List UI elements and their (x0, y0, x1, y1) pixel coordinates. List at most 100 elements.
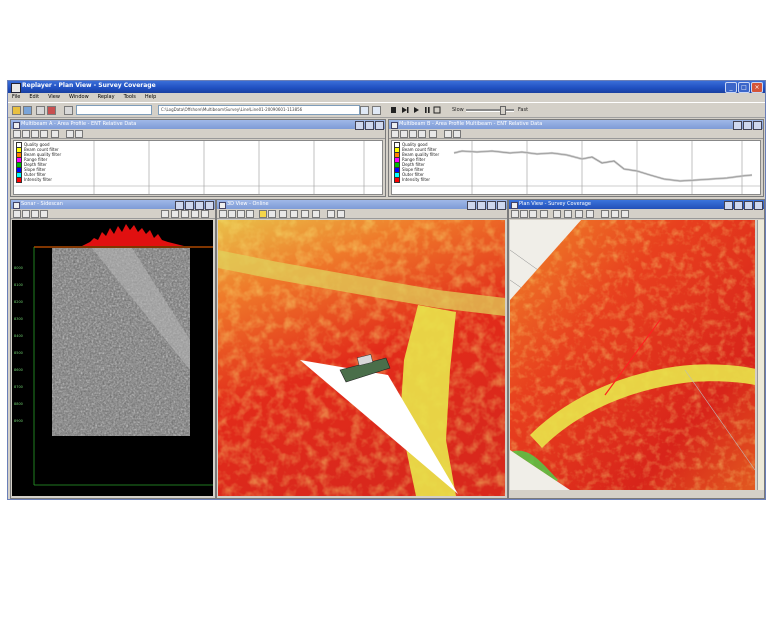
zoom-out-icon[interactable] (22, 130, 30, 138)
menu-help[interactable]: Help (145, 93, 156, 102)
sonar-pane: Sonar - Sidescan 8000 8100 8200 8300 840… (10, 199, 216, 499)
view3d-canvas[interactable] (218, 220, 505, 496)
save-icon[interactable] (23, 106, 32, 115)
play-icon[interactable] (64, 106, 73, 115)
pane-icon (511, 202, 518, 209)
window-title: Replayer - Plan View - Survey Coverage (22, 82, 156, 89)
zoom-out-icon[interactable] (520, 210, 528, 218)
measure-icon[interactable] (553, 210, 561, 218)
layers-icon[interactable] (191, 210, 199, 218)
menu-file[interactable]: File (12, 93, 20, 102)
export-icon[interactable] (337, 210, 345, 218)
export-icon[interactable] (75, 130, 83, 138)
grid-icon[interactable] (312, 210, 320, 218)
menu-edit[interactable]: Edit (29, 93, 39, 102)
export-icon[interactable] (453, 130, 461, 138)
record-icon[interactable] (47, 106, 56, 115)
zoom-in-icon[interactable] (13, 130, 21, 138)
stop-icon (391, 107, 396, 113)
menu-tools[interactable]: Tools (124, 93, 136, 102)
measure-icon[interactable] (51, 130, 59, 138)
playback-controls (391, 106, 441, 114)
ruler-icon[interactable] (564, 210, 572, 218)
zoom-in-icon[interactable] (511, 210, 519, 218)
profile-left-title: Multibeam A - Area Profile - ENT Relativ… (21, 121, 137, 127)
gain-icon[interactable] (161, 210, 169, 218)
options-icon[interactable] (327, 210, 335, 218)
menu-replay[interactable]: Replay (98, 93, 115, 102)
pin-icon[interactable] (586, 210, 594, 218)
sonar-title: Sonar - Sidescan (21, 201, 63, 207)
log-path-input[interactable]: C:\LogData\Offshore\Multibeam\Survey\Lin… (158, 105, 360, 115)
profile-right-legend: Quality good Beam count filter Beam qual… (394, 141, 439, 183)
zoom-fit-icon[interactable] (31, 210, 39, 218)
zoom-in-icon[interactable] (391, 130, 399, 138)
pane-icon (13, 202, 20, 209)
menu-bar: File Edit View Window Replay Tools Help (8, 93, 765, 102)
speed-slider-thumb[interactable] (500, 106, 506, 115)
planview-title: Plan View - Survey Coverage (519, 201, 592, 207)
profile-right-plot[interactable] (391, 140, 761, 195)
zoom-out-icon[interactable] (22, 210, 30, 218)
profile-left-plot[interactable] (13, 140, 383, 195)
pan-icon[interactable] (40, 210, 48, 218)
filter-combo[interactable] (76, 105, 152, 115)
legend-swatch (16, 176, 22, 183)
pan-icon[interactable] (40, 130, 48, 138)
planview-pane: Plan View - Survey Coverage (508, 199, 765, 499)
view3d-title-bar[interactable]: 3D View - Online (217, 200, 507, 210)
view-icon[interactable] (279, 210, 287, 218)
pause-icon (425, 107, 427, 113)
select-icon[interactable] (540, 210, 548, 218)
planview-title-bar[interactable]: Plan View - Survey Coverage (509, 200, 764, 210)
end-icon (433, 106, 441, 114)
view3d-pane: 3D View - Online (216, 199, 508, 499)
zoom-in-icon[interactable] (219, 210, 227, 218)
zoom-fit-icon[interactable] (31, 130, 39, 138)
measure-icon[interactable] (429, 130, 437, 138)
options-icon[interactable] (601, 210, 609, 218)
light-icon[interactable] (259, 210, 267, 218)
snapshot-icon[interactable] (201, 210, 209, 218)
maximize-button[interactable]: □ (738, 82, 750, 93)
settings-icon[interactable] (36, 106, 45, 115)
planview-toolbar (509, 209, 764, 219)
minimize-button[interactable]: _ (725, 82, 737, 93)
zoom-fit-icon[interactable] (529, 210, 537, 218)
zoom-out-icon[interactable] (228, 210, 236, 218)
pan-icon[interactable] (418, 130, 426, 138)
rotate-icon[interactable] (268, 210, 276, 218)
sonar-image-area[interactable]: 8000 8100 8200 8300 8400 8500 8600 8700 … (12, 220, 213, 496)
export-icon[interactable] (621, 210, 629, 218)
planview-vertical-scrollbar[interactable] (757, 220, 764, 490)
layers-icon[interactable] (611, 210, 619, 218)
zoom-fit-icon[interactable] (409, 130, 417, 138)
menu-window[interactable]: Window (69, 93, 89, 102)
options-icon[interactable] (444, 130, 452, 138)
grid-icon[interactable] (171, 210, 179, 218)
zoom-in-icon[interactable] (13, 210, 21, 218)
browse-icon[interactable] (372, 106, 381, 115)
speed-slider[interactable] (466, 106, 514, 115)
view3d-terrain (218, 220, 505, 496)
sonar-title-bar[interactable]: Sonar - Sidescan (11, 200, 215, 210)
zoom-out-icon[interactable] (400, 130, 408, 138)
zoom-fit-icon[interactable] (237, 210, 245, 218)
info-icon[interactable] (575, 210, 583, 218)
menu-view[interactable]: View (48, 93, 60, 102)
layers-icon[interactable] (301, 210, 309, 218)
open-folder-icon[interactable] (12, 106, 21, 115)
center-vessel-icon[interactable] (290, 210, 298, 218)
refresh-icon[interactable] (360, 106, 369, 115)
profile-left-title-bar[interactable]: Multibeam A - Area Profile - ENT Relativ… (11, 120, 385, 130)
view3d-toolbar (217, 209, 507, 219)
window-title-bar[interactable]: Replayer - Plan View - Survey Coverage _… (8, 81, 765, 93)
palette-icon[interactable] (181, 210, 189, 218)
planview-canvas[interactable] (510, 220, 755, 490)
options-icon[interactable] (66, 130, 74, 138)
sonar-waterfall (33, 224, 213, 486)
close-button[interactable]: × (751, 82, 763, 93)
app-icon (11, 83, 21, 93)
pan-icon[interactable] (246, 210, 254, 218)
profile-right-title-bar[interactable]: Multibeam B - Area Profile Multibeam - E… (389, 120, 763, 130)
